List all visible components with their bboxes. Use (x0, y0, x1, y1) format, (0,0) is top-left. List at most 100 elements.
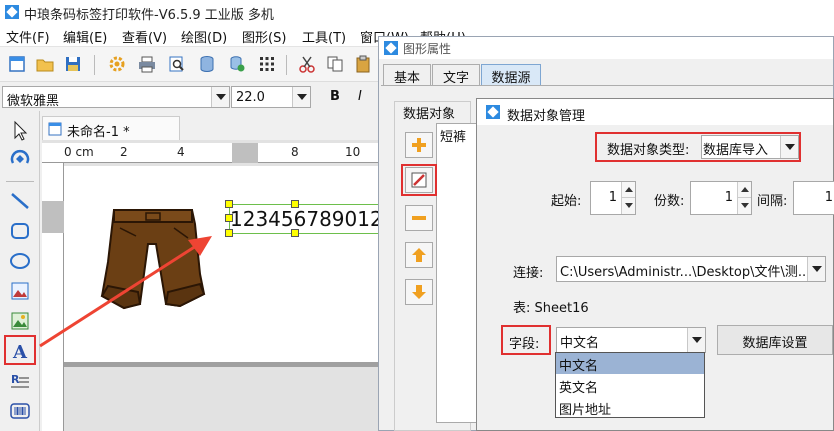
list-item[interactable]: 短裤 (440, 126, 466, 145)
pointer-icon[interactable] (8, 119, 32, 143)
title-bar: 中琅条码标签打印软件-V6.5.9 工业版 多机 (0, 0, 834, 24)
interval-value: 1 (824, 190, 833, 205)
open-folder-icon[interactable] (36, 55, 54, 73)
spinner-up-icon[interactable] (737, 182, 751, 198)
menu-tools[interactable]: 工具(T) (302, 27, 346, 46)
move-up-button[interactable] (405, 242, 433, 268)
plus-icon (412, 138, 426, 152)
ruler-label: 10 (345, 145, 361, 159)
bold-button[interactable]: B (330, 89, 340, 104)
chevron-down-icon[interactable] (211, 87, 229, 107)
document-tab[interactable]: 未命名-1 * (42, 116, 180, 140)
grid-icon[interactable] (258, 55, 276, 73)
database-settings-icon[interactable] (228, 55, 246, 73)
gear-icon[interactable] (108, 55, 126, 73)
menu-view[interactable]: 查看(V) (122, 27, 167, 46)
italic-button[interactable]: I (358, 89, 362, 104)
dialog-title: 数据对象管理 (507, 109, 586, 124)
copies-spinner[interactable]: 1 (690, 181, 752, 215)
cut-icon[interactable] (298, 55, 316, 73)
dialog-title-bar: 数据对象管理 (477, 99, 833, 125)
rich-text-tool-icon[interactable]: R (8, 369, 32, 393)
resize-handle[interactable] (291, 200, 299, 208)
picture-tool-icon[interactable] (8, 309, 32, 333)
dropdown-option-english-name[interactable]: 英文名 (556, 375, 704, 396)
move-down-button[interactable] (405, 279, 433, 305)
chevron-down-icon[interactable] (807, 257, 825, 281)
dropdown-option-image-path[interactable]: 图片地址 (556, 397, 704, 418)
tab-text[interactable]: 文字 (432, 64, 480, 86)
add-data-object-button[interactable] (405, 132, 433, 158)
font-size-value: 22.0 (236, 90, 265, 105)
ruler-label: 2 (120, 145, 128, 159)
print-icon[interactable] (138, 55, 156, 73)
palette-separator (6, 181, 34, 182)
resize-handle[interactable] (225, 200, 233, 208)
left-tool-palette: A R (0, 111, 40, 431)
menu-edit[interactable]: 编辑(E) (63, 27, 107, 46)
interval-spinner[interactable]: 1 (793, 181, 834, 215)
font-name-select[interactable]: 微软雅黑 (2, 86, 230, 109)
window-title: 中琅条码标签打印软件-V6.5.9 工业版 多机 (24, 8, 274, 23)
edit-button-highlight (401, 164, 437, 196)
font-size-select[interactable]: 22.0 (231, 86, 311, 108)
data-object-list[interactable]: 短裤 (436, 123, 478, 423)
remove-data-object-button[interactable] (405, 205, 433, 231)
print-preview-icon[interactable] (168, 55, 186, 73)
app-logo-icon (5, 5, 19, 19)
chevron-down-icon[interactable] (292, 87, 310, 107)
dropdown-option-chinese-name[interactable]: 中文名 (556, 353, 704, 374)
database-settings-button[interactable]: 数据库设置 (717, 325, 833, 355)
field-value: 中文名 (560, 336, 600, 351)
spinner-down-icon[interactable] (737, 198, 751, 214)
ruler-label: 4 (177, 145, 185, 159)
connection-label: 连接: (513, 266, 544, 281)
copy-icon[interactable] (326, 55, 344, 73)
field-dropdown-list: 中文名 英文名 图片地址 (555, 352, 705, 418)
new-file-icon[interactable] (8, 55, 26, 73)
copies-label: 份数: (654, 194, 685, 209)
canvas-bottom-edge (64, 362, 382, 367)
resize-handle[interactable] (225, 214, 233, 222)
ellipse-tool-icon[interactable] (8, 249, 32, 273)
text-tool-highlight (4, 335, 36, 365)
ruler-selection-marker (232, 143, 258, 163)
document-tab-title: 未命名-1 * (67, 125, 130, 140)
start-label: 起始: (551, 194, 582, 209)
image-frame-tool-icon[interactable] (8, 279, 32, 303)
arrow-down-icon (412, 285, 426, 299)
data-object-type-highlight (595, 132, 801, 162)
app-logo-icon (384, 41, 398, 55)
rotate-icon[interactable] (8, 147, 32, 171)
table-name: 表: Sheet16 (513, 301, 589, 316)
rounded-rect-tool-icon[interactable] (8, 219, 32, 243)
menu-shape[interactable]: 图形(S) (242, 27, 286, 46)
spinner-up-icon[interactable] (621, 182, 635, 198)
start-spinner[interactable]: 1 (590, 181, 636, 215)
barcode-tool-icon[interactable] (8, 399, 32, 423)
spinner-down-icon[interactable] (621, 198, 635, 214)
connection-select[interactable]: C:\Users\Administr...\Desktop\文件\测... (556, 256, 826, 282)
resize-handle[interactable] (225, 229, 233, 237)
start-value: 1 (608, 190, 617, 205)
line-tool-icon[interactable] (8, 189, 32, 213)
field-select[interactable]: 中文名 (556, 327, 706, 353)
horizontal-ruler: 0 cm 2 4 6 8 10 (42, 143, 382, 163)
ruler-label: 0 cm (64, 145, 94, 159)
menu-draw[interactable]: 绘图(D) (181, 27, 227, 46)
paste-icon[interactable] (354, 55, 372, 73)
resize-handle[interactable] (291, 229, 299, 237)
svg-text:R: R (11, 373, 20, 386)
font-name-value: 微软雅黑 (7, 94, 60, 109)
database-icon[interactable] (198, 55, 216, 73)
ruler-selection-marker (42, 201, 64, 233)
toolbar-separator (94, 55, 95, 75)
tab-basic[interactable]: 基本 (383, 64, 431, 86)
properties-title: 图形属性 (403, 42, 452, 56)
vertical-ruler: 2 (42, 163, 64, 431)
chevron-down-icon[interactable] (687, 328, 705, 352)
menu-file[interactable]: 文件(F) (6, 27, 50, 46)
shorts-image[interactable] (96, 204, 208, 314)
save-icon[interactable] (64, 55, 82, 73)
tab-data-source[interactable]: 数据源 (481, 64, 541, 86)
